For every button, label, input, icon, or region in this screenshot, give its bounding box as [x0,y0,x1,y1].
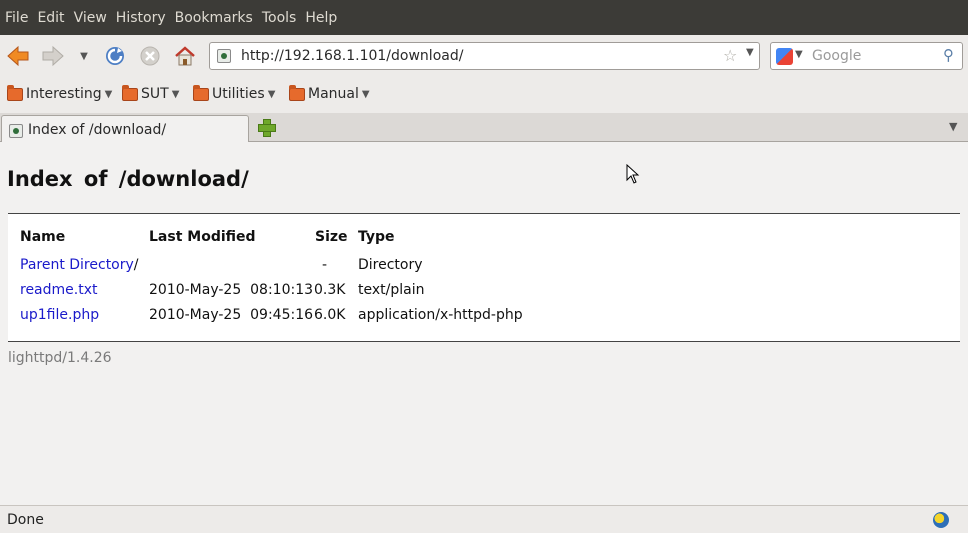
folder-icon [7,84,23,101]
tab-strip: Index of /download/ ▼ [0,113,968,143]
bookmark-folder-utilities[interactable]: Utilities ▼ [193,84,276,102]
history-dropdown-button[interactable]: ▼ [72,44,96,68]
stop-icon [140,46,160,66]
status-bar: Done [0,505,968,533]
menu-file[interactable]: File [5,10,28,26]
reload-icon [106,47,124,65]
menu-help[interactable]: Help [305,10,337,26]
menu-bookmarks[interactable]: Bookmarks [175,10,253,26]
tab-title: Index of /download/ [28,122,167,138]
reload-button[interactable] [102,44,128,68]
url-history-chevron-icon[interactable]: ▼ [746,47,754,58]
bookmark-folder-manual[interactable]: Manual ▼ [289,84,370,102]
row-type: application/x-httpd-php [358,307,523,323]
row-type: text/plain [358,282,425,298]
row-size: - [322,257,328,273]
network-status-icon[interactable] [933,512,949,528]
mouse-cursor-icon [626,164,640,184]
folder-icon [193,84,209,101]
chevron-down-icon: ▼ [80,50,88,62]
chevron-down-icon: ▼ [104,88,113,100]
search-box[interactable]: ▼ Google ⚲ [770,42,963,70]
bookmark-label: SUT [141,86,169,102]
bookmark-label: Manual [308,86,359,102]
row-size: 0.3K [314,282,346,298]
up1file-link[interactable]: up1file.php [20,307,99,323]
row-size: 6.0K [314,307,346,323]
navigation-toolbar: ▼ http://192.168.1.101/download/ ☆ ▼ ▼ G… [0,35,968,77]
menu-edit[interactable]: Edit [37,10,64,26]
tab-favicon-icon [9,124,23,138]
bookmark-folder-interesting[interactable]: Interesting ▼ [7,84,113,102]
page-title: Index of /download/ [7,167,249,191]
url-text[interactable]: http://192.168.1.101/download/ [241,48,463,64]
url-bar[interactable]: http://192.168.1.101/download/ ☆ ▼ [209,42,760,70]
row-modified: 2010-May-25 08:10:13 [149,282,314,298]
forward-button[interactable] [40,44,66,68]
column-header-type: Type [358,229,395,245]
chevron-down-icon: ▼ [171,88,180,100]
back-button[interactable] [5,44,31,68]
folder-icon [289,84,305,101]
server-signature: lighttpd/1.4.26 [8,350,112,366]
slash-suffix: / [133,257,139,273]
bookmarks-toolbar: Interesting ▼ SUT ▼ Utilities ▼ Manual ▼ [0,77,968,113]
bottom-divider [8,341,960,342]
search-engine-chevron-icon[interactable]: ▼ [795,49,803,60]
row-type: Directory [358,257,423,273]
search-placeholder[interactable]: Google [812,48,861,64]
directory-listing-table: Name Last Modified Size Type Parent Dire… [8,214,960,341]
site-identity-icon[interactable] [217,49,231,63]
readme-file-link[interactable]: readme.txt [20,282,98,298]
menu-history[interactable]: History [116,10,166,26]
google-engine-icon[interactable] [776,48,793,65]
column-header-name: Name [20,229,66,245]
tab-list-chevron-icon[interactable]: ▼ [949,120,957,133]
menu-view[interactable]: View [74,10,107,26]
home-icon [175,46,195,66]
table-row: Parent Directory/ [20,257,139,273]
chevron-down-icon: ▼ [267,88,276,100]
home-button[interactable] [172,44,198,68]
column-header-modified: Last Modified [149,229,256,245]
parent-directory-link[interactable]: Parent Directory [20,257,134,273]
back-arrow-icon [7,45,29,67]
tab-index-of-download[interactable]: Index of /download/ [1,115,249,143]
menu-tools[interactable]: Tools [262,10,297,26]
chevron-down-icon: ▼ [361,88,370,100]
stop-button[interactable] [137,44,163,68]
folder-icon [122,84,138,101]
menubar: File Edit View History Bookmarks Tools H… [0,0,968,35]
bookmark-star-icon[interactable]: ☆ [723,46,737,65]
bookmark-folder-sut[interactable]: SUT ▼ [122,84,180,102]
column-header-size: Size [315,229,348,245]
forward-arrow-icon [42,45,64,67]
status-text: Done [7,512,44,528]
search-magnifier-icon[interactable]: ⚲ [943,46,954,64]
row-modified: 2010-May-25 09:45:16 [149,307,314,323]
bookmark-label: Utilities [212,86,265,102]
bookmark-label: Interesting [26,86,102,102]
new-tab-plus-icon[interactable] [258,119,276,137]
page-content: Index of /download/ Name Last Modified S… [0,142,968,505]
